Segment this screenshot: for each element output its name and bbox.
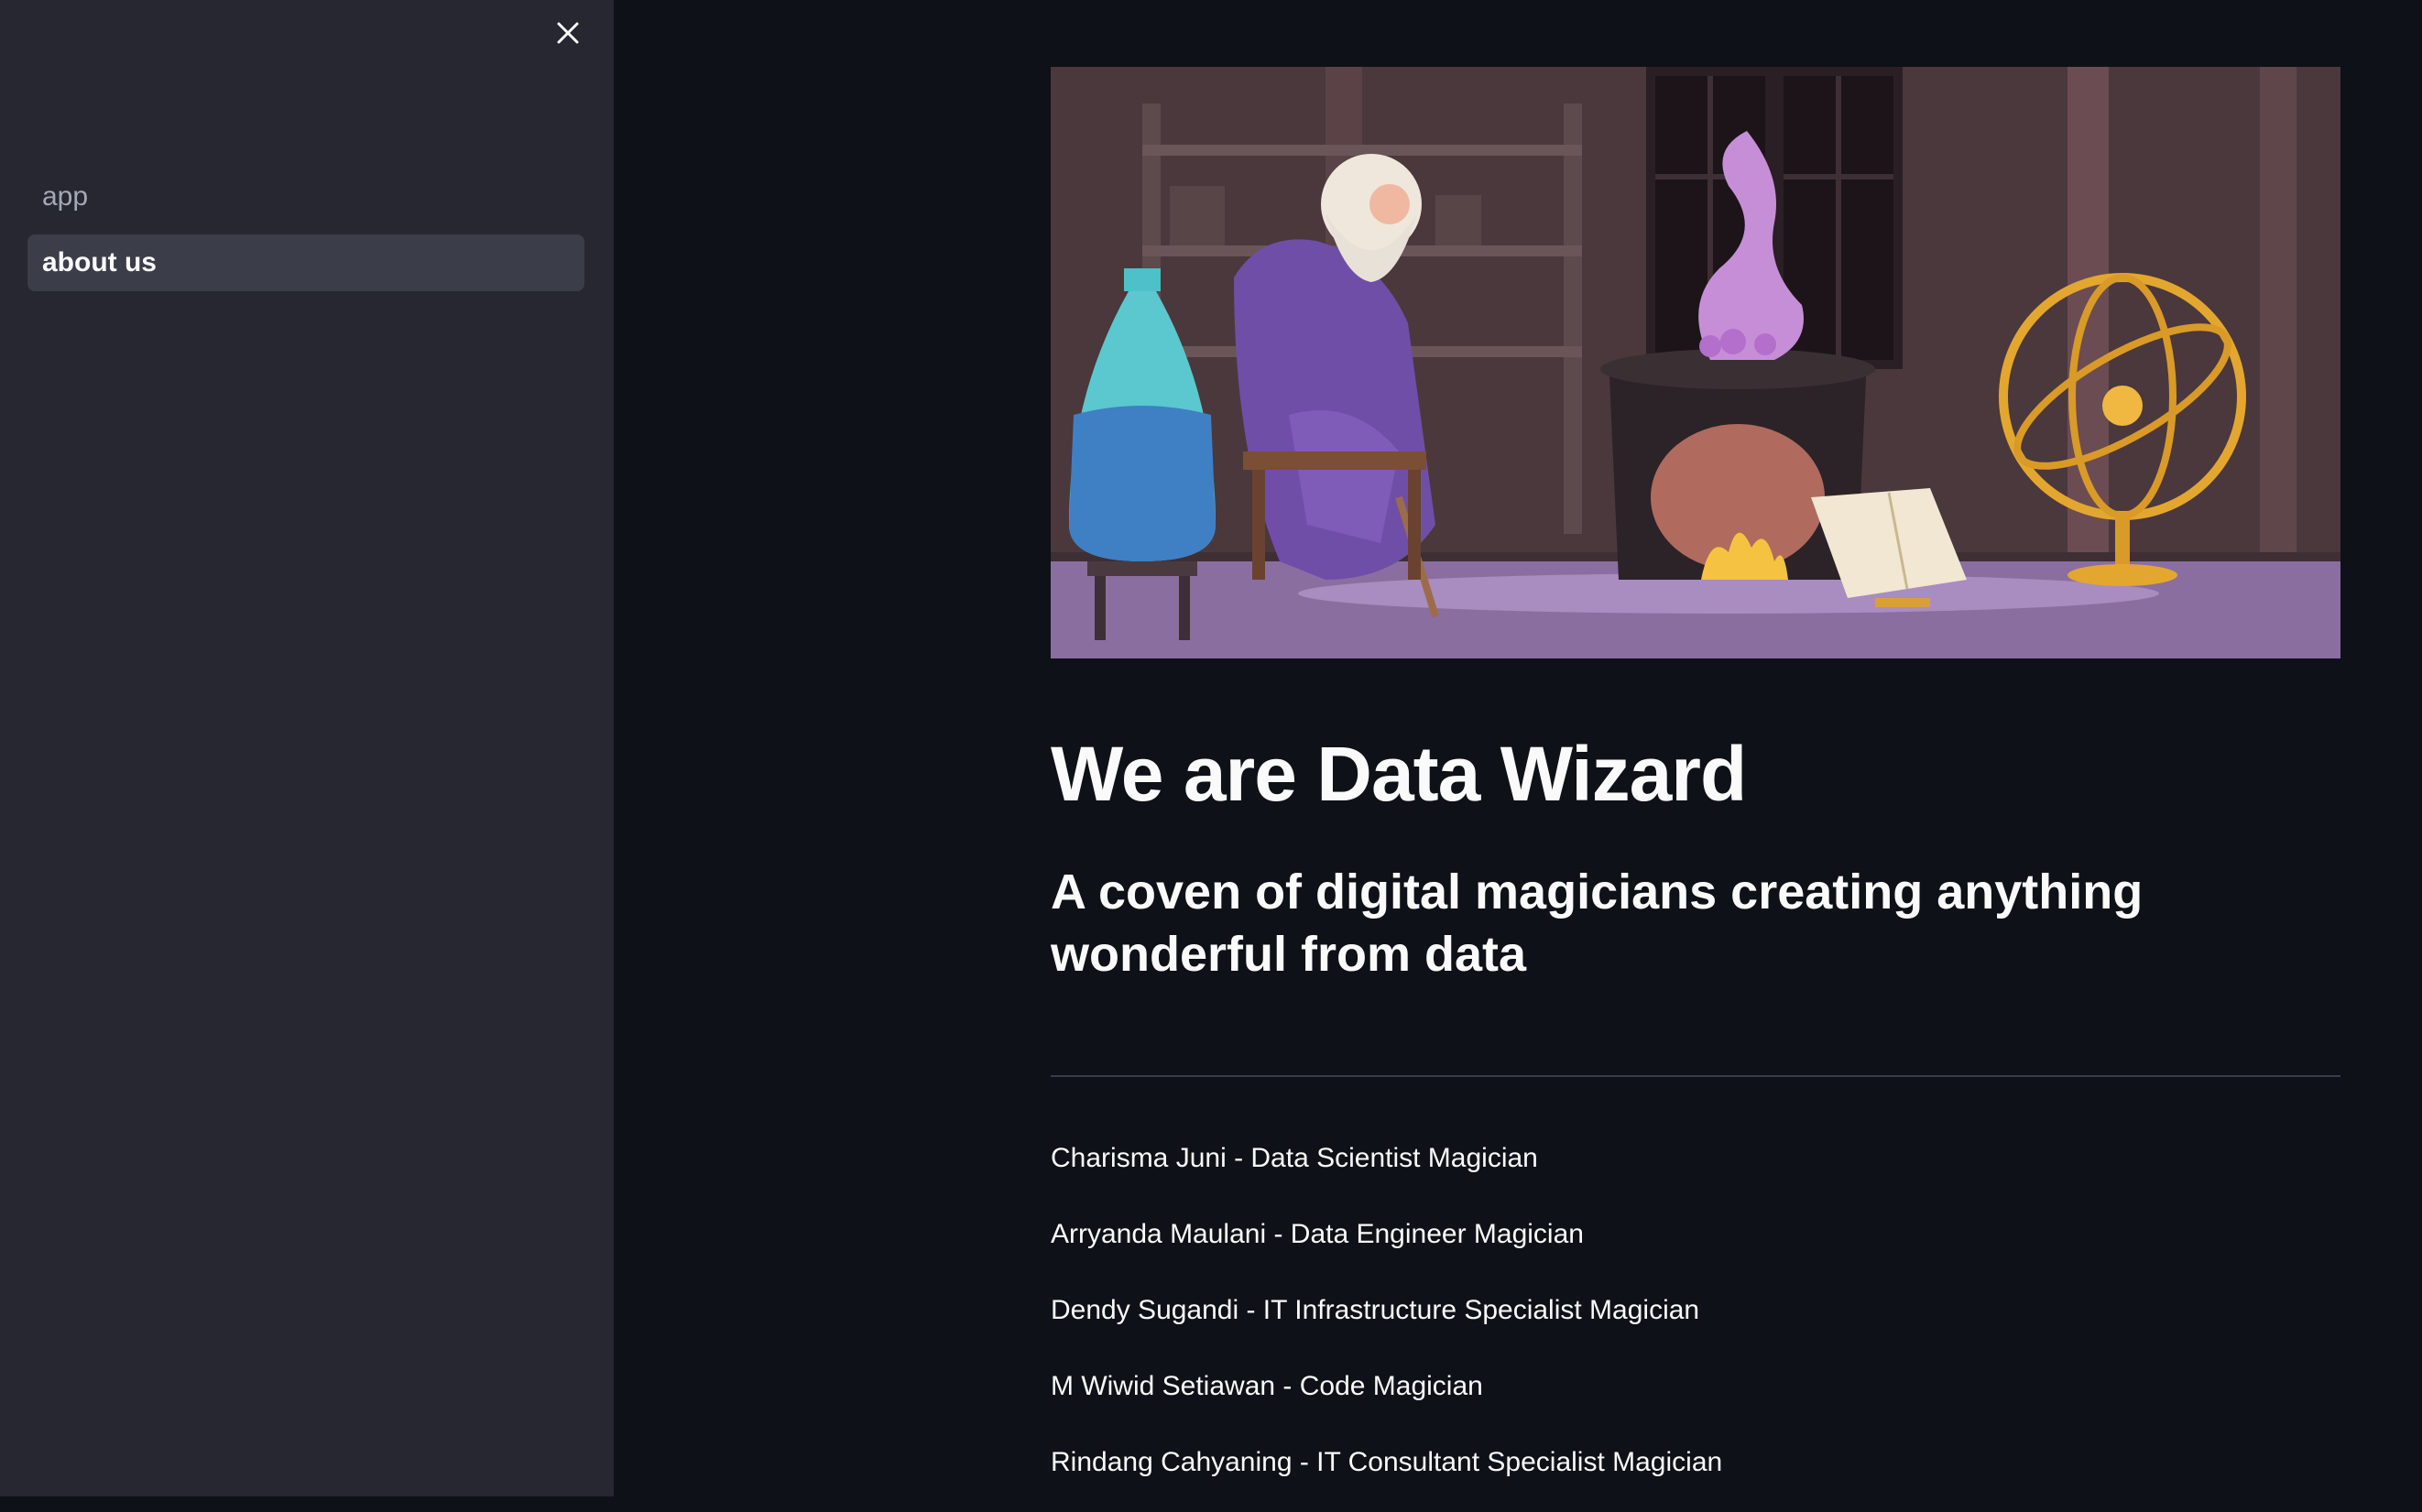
divider <box>1051 1075 2340 1077</box>
close-sidebar-button[interactable] <box>548 13 588 53</box>
wizard-illustration <box>1051 67 2340 658</box>
close-icon <box>557 22 579 44</box>
list-item: Arryanda Maulani - Data Engineer Magicia… <box>1051 1219 1584 1249</box>
page-subtitle: A coven of digital magicians creating an… <box>1051 865 2144 982</box>
hero-image <box>1051 67 2340 658</box>
page-title: We are Data Wizard <box>1051 731 1747 817</box>
list-item: Dendy Sugandi - IT Infrastructure Specia… <box>1051 1295 1700 1325</box>
main-content: We are Data Wizard A coven of digital ma… <box>1051 0 2340 1496</box>
sidebar: app about us <box>0 0 614 1496</box>
list-item: Charisma Juni - Data Scientist Magician <box>1051 1143 1538 1173</box>
sidebar-item-about-us[interactable]: about us <box>27 234 584 291</box>
list-item: M Wiwid Setiawan - Code Magician <box>1051 1371 1483 1401</box>
sidebar-nav: app about us <box>27 169 584 300</box>
list-item: Rindang Cahyaning - IT Consultant Specia… <box>1051 1447 1723 1477</box>
sidebar-item-app[interactable]: app <box>27 169 584 225</box>
team-members-list: Charisma Juni - Data Scientist Magician … <box>1051 1132 2340 1512</box>
